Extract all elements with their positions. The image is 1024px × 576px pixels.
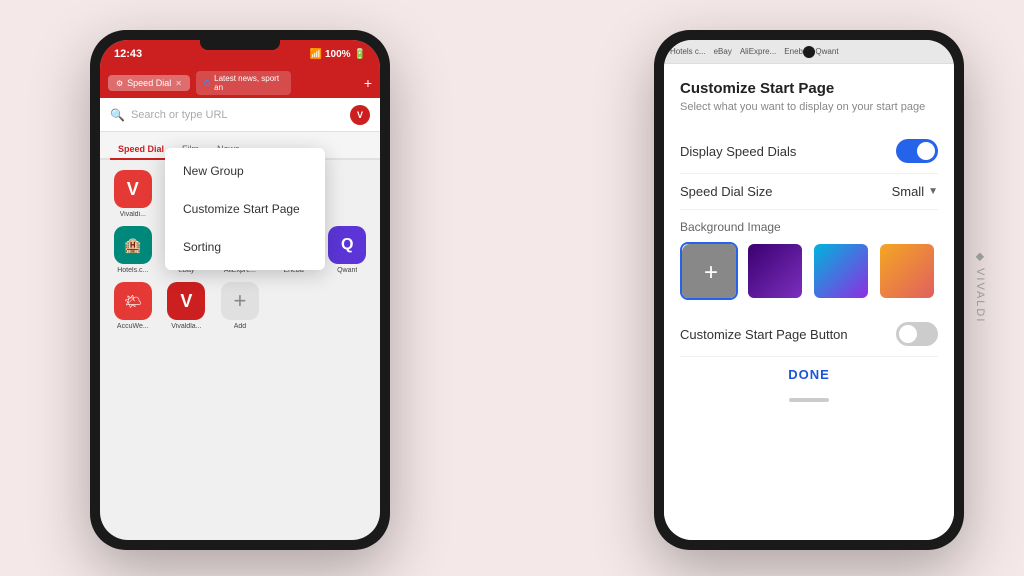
display-speed-dials-label: Display Speed Dials bbox=[680, 144, 796, 159]
sd-item-add[interactable]: + Add bbox=[217, 282, 263, 330]
menu-item-customize[interactable]: Customize Start Page bbox=[165, 190, 325, 228]
sd-label-vivaldi1: Vivaldi... bbox=[120, 211, 146, 218]
plus-icon: + bbox=[704, 259, 718, 287]
left-phone: 12:43 📶 100% 🔋 ⚙ Speed Dial ✕ G Latest n… bbox=[90, 30, 390, 550]
sd-item-accuweather[interactable]: 🌤 AccuWe... bbox=[110, 282, 156, 330]
customize-start-page-btn-label: Customize Start Page Button bbox=[680, 327, 848, 342]
vivaldi-watermark: ◆ VIVALDI bbox=[974, 253, 987, 324]
vivaldi-brand-text: VIVALDI bbox=[975, 268, 987, 323]
tab-g-icon: G bbox=[204, 79, 210, 88]
bg-thumb-1[interactable] bbox=[746, 242, 804, 300]
sd-item-vivaldi1[interactable]: V Vivaldi... bbox=[110, 170, 156, 218]
tab-close-icon[interactable]: ✕ bbox=[175, 79, 182, 88]
tab-speed-dial-section[interactable]: Speed Dial bbox=[110, 140, 172, 160]
sd-icon-qwant: Q bbox=[328, 226, 366, 264]
status-icons: 📶 100% 🔋 bbox=[310, 49, 366, 60]
left-phone-screen: 12:43 📶 100% 🔋 ⚙ Speed Dial ✕ G Latest n… bbox=[100, 40, 380, 540]
sd-label-qwant: Qwant bbox=[337, 267, 357, 274]
tab-speed-dial-label: Speed Dial bbox=[127, 78, 171, 88]
sd-label-hotels: Hotels.c... bbox=[117, 267, 148, 274]
sd-icon-vivaldi1: V bbox=[114, 170, 152, 208]
strip-ebay: eBay bbox=[714, 47, 732, 56]
sd-label-add: Add bbox=[234, 323, 246, 330]
done-button-container: DONE bbox=[680, 357, 938, 392]
sd-label-vivaldi3: Vivaldla... bbox=[171, 323, 201, 330]
add-tab-button[interactable]: + bbox=[364, 75, 372, 91]
panel-subtitle: Select what you want to display on your … bbox=[680, 101, 938, 113]
sd-item-qwant[interactable]: Q Qwant bbox=[324, 226, 370, 274]
sd-icon-add: + bbox=[221, 282, 259, 320]
panel-title: Customize Start Page bbox=[680, 80, 938, 97]
context-menu: New Group Customize Start Page Sorting bbox=[165, 148, 325, 270]
sd-icon-accuweather: 🌤 bbox=[114, 282, 152, 320]
strip-hotels: Hotels c... bbox=[670, 47, 706, 56]
background-image-label: Background Image bbox=[680, 220, 938, 234]
tab-news[interactable]: G Latest news, sport an bbox=[196, 71, 291, 95]
bg-add-icon: + bbox=[682, 244, 738, 300]
speed-dial-size-row: Speed Dial Size Small ▼ bbox=[680, 174, 938, 210]
menu-item-new-group[interactable]: New Group bbox=[165, 152, 325, 190]
chevron-down-icon: ▼ bbox=[928, 186, 938, 197]
bg-add-button[interactable]: + bbox=[680, 242, 738, 300]
done-button[interactable]: DONE bbox=[788, 367, 830, 382]
address-bar: 🔍 Search or type URL V bbox=[100, 98, 380, 132]
strip-aliexpress: AliExpre... bbox=[740, 47, 776, 56]
tab-bar: ⚙ Speed Dial ✕ G Latest news, sport an + bbox=[100, 68, 380, 98]
tab-speed-dial[interactable]: ⚙ Speed Dial ✕ bbox=[108, 75, 190, 91]
vivaldi-diamond-icon: ◆ bbox=[974, 253, 987, 263]
bg-thumb-2[interactable] bbox=[812, 242, 870, 300]
bottom-handle bbox=[680, 392, 938, 402]
search-icon: 🔍 bbox=[110, 108, 125, 122]
sd-icon-hotels: 🏨 bbox=[114, 226, 152, 264]
address-placeholder[interactable]: Search or type URL bbox=[131, 109, 344, 121]
vivaldi-v-icon: V bbox=[357, 110, 363, 120]
bg-gradient-purple bbox=[748, 244, 802, 298]
wifi-icon: 📶 bbox=[310, 49, 322, 60]
sd-item-hotels[interactable]: 🏨 Hotels.c... bbox=[110, 226, 156, 274]
size-value: Small bbox=[892, 184, 925, 199]
display-speed-dials-row: Display Speed Dials bbox=[680, 129, 938, 174]
handle-bar bbox=[789, 398, 829, 402]
sd-label-accuweather: AccuWe... bbox=[117, 323, 149, 330]
display-speed-dials-toggle[interactable] bbox=[896, 139, 938, 163]
size-dropdown[interactable]: Small ▼ bbox=[892, 184, 938, 199]
tab-news-label: Latest news, sport an bbox=[214, 74, 283, 92]
vivaldi-button[interactable]: V bbox=[350, 105, 370, 125]
tab-vivaldi-icon: ⚙ bbox=[116, 79, 123, 88]
background-images: + bbox=[680, 242, 938, 300]
customize-start-page-toggle[interactable] bbox=[896, 322, 938, 346]
menu-item-sorting[interactable]: Sorting bbox=[165, 228, 325, 266]
sd-item-vivaldi3[interactable]: V Vivaldla... bbox=[164, 282, 210, 330]
status-time: 12:43 bbox=[114, 48, 142, 60]
battery-icon: 🔋 bbox=[354, 49, 366, 60]
customize-panel: Customize Start Page Select what you wan… bbox=[664, 64, 954, 540]
left-phone-notch bbox=[200, 40, 280, 50]
bg-gradient-blue bbox=[814, 244, 868, 298]
right-phone-notch bbox=[803, 46, 815, 58]
customize-start-page-btn-row: Customize Start Page Button bbox=[680, 312, 938, 357]
right-phone-screen: Hotels c... eBay AliExpre... Eneba Qwant… bbox=[664, 40, 954, 540]
right-phone: Hotels c... eBay AliExpre... Eneba Qwant… bbox=[654, 30, 964, 550]
battery-text: 100% bbox=[325, 49, 351, 60]
bg-gradient-orange bbox=[880, 244, 934, 298]
bg-thumb-3[interactable] bbox=[878, 242, 936, 300]
strip-qwant: Qwant bbox=[815, 47, 838, 56]
sd-icon-vivaldi3: V bbox=[167, 282, 205, 320]
speed-dial-size-label: Speed Dial Size bbox=[680, 184, 773, 199]
